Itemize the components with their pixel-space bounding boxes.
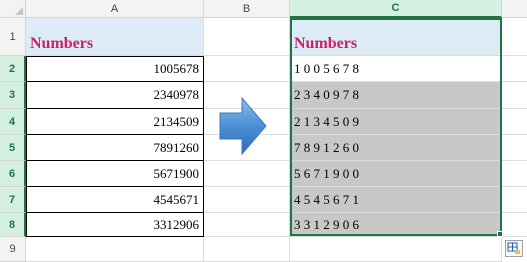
right-arrow-icon <box>219 96 267 156</box>
cell-a6[interactable]: 5671900 <box>26 161 204 187</box>
cell-d6[interactable] <box>502 161 527 187</box>
quick-analysis-icon[interactable] <box>505 240 523 257</box>
column-header-a[interactable]: A <box>26 0 204 18</box>
row-header-6[interactable]: 6 <box>0 161 26 187</box>
cell-a1-header[interactable]: Numbers <box>26 18 204 56</box>
cell-c9[interactable] <box>290 237 502 262</box>
cell-a2[interactable]: 1005678 <box>26 56 204 82</box>
cell-c1-header[interactable]: Numbers <box>290 18 502 56</box>
fill-handle[interactable] <box>497 231 503 237</box>
select-all-corner[interactable] <box>0 0 26 18</box>
cell-a9[interactable] <box>26 237 204 262</box>
cell-c4[interactable]: 2 1 3 4 5 0 9 <box>290 109 502 135</box>
cell-d5[interactable] <box>502 135 527 161</box>
row-header-1[interactable]: 1 <box>0 18 26 56</box>
column-header-d[interactable] <box>502 0 527 18</box>
column-header-c[interactable]: C <box>290 0 502 18</box>
cell-c2[interactable]: 1 0 0 5 6 7 8 <box>290 56 502 82</box>
cell-c6[interactable]: 5 6 7 1 9 0 0 <box>290 161 502 187</box>
row-header-4[interactable]: 4 <box>0 109 26 135</box>
row-header-9[interactable]: 9 <box>0 237 26 262</box>
cell-d7[interactable] <box>502 187 527 213</box>
spreadsheet: A B C 1 2 3 4 5 6 7 8 9 Numbers 1005678 … <box>0 0 527 262</box>
cell-a8[interactable]: 3312906 <box>26 213 204 237</box>
row-header-5[interactable]: 5 <box>0 135 26 161</box>
row-header-2[interactable]: 2 <box>0 56 26 82</box>
cell-a5[interactable]: 7891260 <box>26 135 204 161</box>
cell-b8[interactable] <box>204 213 290 237</box>
cell-d3[interactable] <box>502 82 527 109</box>
cell-c7[interactable]: 4 5 4 5 6 7 1 <box>290 187 502 213</box>
cell-c8[interactable]: 3 3 1 2 9 0 6 <box>290 213 502 237</box>
cell-d4[interactable] <box>502 109 527 135</box>
cell-b6[interactable] <box>204 161 290 187</box>
cell-d8[interactable] <box>502 213 527 237</box>
cell-a3[interactable]: 2340978 <box>26 82 204 109</box>
cell-c3[interactable]: 2 3 4 0 9 7 8 <box>290 82 502 109</box>
row-header-3[interactable]: 3 <box>0 82 26 109</box>
cell-c5[interactable]: 7 8 9 1 2 6 0 <box>290 135 502 161</box>
cell-b7[interactable] <box>204 187 290 213</box>
row-header-7[interactable]: 7 <box>0 187 26 213</box>
cell-b2[interactable] <box>204 56 290 82</box>
cell-b9[interactable] <box>204 237 290 262</box>
cell-a7[interactable]: 4545671 <box>26 187 204 213</box>
cell-b1[interactable] <box>204 18 290 56</box>
column-header-b[interactable]: B <box>204 0 290 18</box>
cell-a4[interactable]: 2134509 <box>26 109 204 135</box>
row-header-8[interactable]: 8 <box>0 213 26 237</box>
cell-d2[interactable] <box>502 56 527 82</box>
cell-d1[interactable] <box>502 18 527 56</box>
